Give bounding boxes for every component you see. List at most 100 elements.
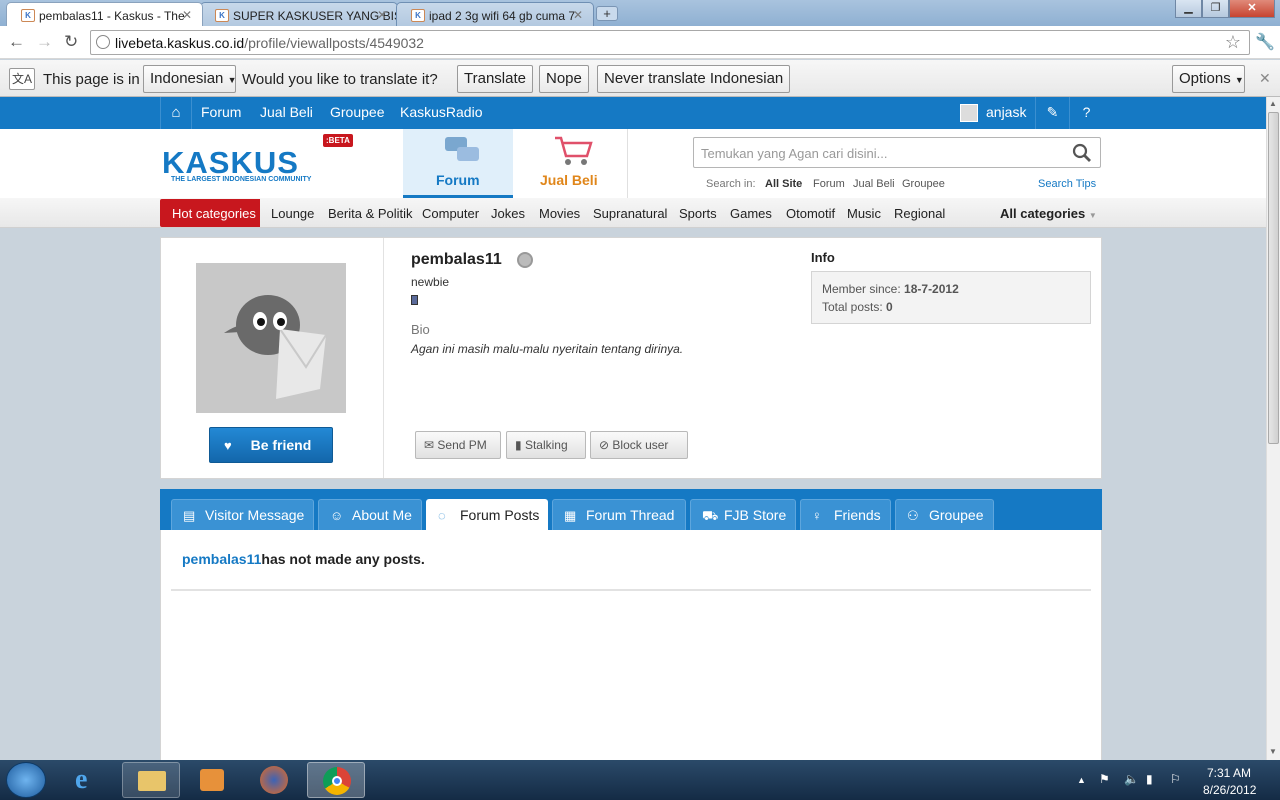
language-select[interactable]: Indonesian ▼ [143, 65, 237, 93]
tab-label: Groupee [929, 507, 984, 523]
close-window-button[interactable]: ✕ [1229, 0, 1275, 18]
chevron-down-icon: ▼ [1088, 211, 1097, 220]
category-item[interactable]: Supranatural [593, 206, 667, 221]
translate-prefix: This page is in [43, 71, 140, 88]
block-icon: ⊘ [599, 438, 610, 452]
new-tab-button[interactable]: + [596, 6, 618, 21]
scroll-down-icon[interactable]: ▼ [1269, 747, 1277, 756]
chrome-icon[interactable] [307, 762, 365, 798]
group-icon: ⚇ [907, 508, 919, 523]
tab-forum-thread[interactable]: ▦ Forum Thread [552, 499, 686, 530]
show-hidden-icons-icon[interactable]: ▲ [1077, 775, 1086, 785]
close-infobar-icon[interactable]: ✕ [1259, 70, 1271, 87]
category-item[interactable]: Sports [679, 206, 717, 221]
back-arrow-icon[interactable]: ← [8, 33, 25, 51]
tab-fjb-store[interactable]: ⛟ FJB Store [690, 499, 796, 530]
search-icon[interactable] [1072, 143, 1092, 163]
nav-groupee[interactable]: Groupee [330, 104, 384, 120]
username-link[interactable]: pembalas11 [182, 551, 261, 567]
minimize-button[interactable]: ▁ [1175, 0, 1202, 18]
no-posts-text: has not made any posts. [261, 551, 425, 567]
nav-kaskusradio[interactable]: KaskusRadio [400, 104, 483, 120]
category-item[interactable]: Music [847, 206, 881, 221]
browser-tab[interactable]: K ipad 2 3g wifi 64 gb cuma 7 ✕ [396, 2, 594, 26]
options-button[interactable]: Options ▼ [1172, 65, 1245, 93]
scroll-up-icon[interactable]: ▲ [1269, 99, 1277, 108]
block-user-button[interactable]: ⊘ Block user [590, 431, 688, 459]
tab-groupee[interactable]: ⚇ Groupee [895, 499, 994, 530]
category-item[interactable]: Regional [894, 206, 945, 221]
category-item[interactable]: Lounge [271, 206, 314, 221]
search-input[interactable]: Temukan yang Agan cari disini... [693, 137, 1101, 168]
total-posts-row: Total posts: 0 [822, 300, 893, 314]
category-item[interactable]: Computer [422, 206, 479, 221]
reload-icon[interactable]: ↻ [64, 33, 78, 51]
forum-section-tab[interactable]: Forum [403, 129, 513, 198]
never-translate-button[interactable]: Never translate Indonesian [597, 65, 791, 93]
network-icon[interactable]: ▮ [1146, 772, 1153, 786]
be-friend-button[interactable]: ♥ Be friend [209, 427, 333, 463]
browser-tab[interactable]: K SUPER KASKUSER YANG BIS ✕ [200, 2, 398, 26]
page-scrollbar[interactable]: ▲ ▼ [1266, 97, 1280, 760]
avatar[interactable] [960, 104, 978, 122]
help-icon[interactable]: ? [1069, 97, 1103, 129]
tab-friends[interactable]: ♀ Friends [800, 499, 891, 530]
nav-jual-beli[interactable]: Jual Beli [260, 104, 313, 120]
home-icon[interactable]: ⌂ [160, 97, 192, 129]
category-item[interactable]: Jokes [491, 206, 525, 221]
send-pm-button[interactable]: ✉ Send PM [415, 431, 501, 459]
tab-forum-posts[interactable]: ◌ Forum Posts [426, 499, 548, 530]
forward-arrow-icon[interactable]: → [36, 33, 53, 51]
wrench-icon[interactable]: 🔧 [1255, 32, 1275, 52]
flag-icon[interactable]: ⚐ [1170, 772, 1181, 786]
logo-tagline: THE LARGEST INDONESIAN COMMUNITY [171, 176, 312, 183]
scope-all-site[interactable]: All Site [765, 178, 802, 190]
envelope-icon: ✉ [424, 438, 435, 452]
stalking-button[interactable]: ▮ Stalking [506, 431, 586, 459]
maximize-button[interactable]: ❐ [1202, 0, 1229, 18]
tab-visitor-message[interactable]: ▤ Visitor Message [171, 499, 314, 530]
close-tab-icon[interactable]: ✕ [377, 8, 387, 22]
chevron-down-icon: ▼ [1234, 75, 1244, 85]
firefox-icon[interactable] [245, 762, 303, 798]
scope-forum[interactable]: Forum [813, 178, 845, 190]
all-categories-dropdown[interactable]: All categories ▼ [1000, 206, 1097, 221]
volume-icon[interactable]: 🔈 [1124, 772, 1139, 786]
nav-forum[interactable]: Forum [201, 104, 241, 120]
category-item[interactable]: Otomotif [786, 206, 835, 221]
start-button-icon[interactable] [6, 762, 46, 798]
pencil-icon[interactable]: ✎ [1035, 97, 1069, 129]
kaskus-logo[interactable]: KASKUS THE LARGEST INDONESIAN COMMUNITY … [162, 134, 353, 188]
address-bar[interactable]: livebeta.kaskus.co.id/profile/viewallpos… [90, 30, 1250, 55]
username-link[interactable]: anjask [986, 104, 1026, 120]
scope-jual-beli[interactable]: Jual Beli [853, 178, 895, 190]
default-avatar-icon [224, 295, 327, 399]
tab-about-me[interactable]: ☺ About Me [318, 499, 422, 530]
browser-tab[interactable]: K pembalas11 - Kaskus - The ✕ [6, 2, 203, 26]
translate-icon: 文A [9, 68, 35, 90]
scope-groupee[interactable]: Groupee [902, 178, 945, 190]
member-since-value: 18-7-2012 [904, 282, 959, 296]
nope-button[interactable]: Nope [539, 65, 589, 93]
search-tips-link[interactable]: Search Tips [1038, 178, 1096, 190]
internet-explorer-icon[interactable]: e [61, 762, 119, 798]
clock-time[interactable]: 7:31 AM [1207, 766, 1251, 780]
bookmark-star-icon[interactable]: ☆ [1225, 32, 1241, 53]
stalking-label: Stalking [524, 438, 568, 452]
category-item[interactable]: Games [730, 206, 772, 221]
browser-tab-title: pembalas11 - Kaskus - The [39, 9, 185, 23]
close-tab-icon[interactable]: ✕ [182, 8, 192, 22]
tab-label: Visitor Message [205, 507, 305, 523]
clock-date[interactable]: 8/26/2012 [1203, 783, 1256, 797]
reputation-bar-icon [411, 295, 418, 305]
category-item[interactable]: Movies [539, 206, 580, 221]
jualbeli-section-tab[interactable]: Jual Beli [513, 129, 628, 198]
chat-bubble-icon: ◌ [438, 508, 446, 523]
action-center-icon[interactable]: ⚑ [1099, 772, 1110, 786]
translate-button[interactable]: Translate [457, 65, 533, 93]
close-tab-icon[interactable]: ✕ [573, 8, 583, 22]
file-explorer-icon[interactable] [122, 762, 180, 798]
scrollbar-thumb[interactable] [1268, 112, 1279, 444]
category-item[interactable]: Berita & Politik [328, 206, 413, 221]
media-player-icon[interactable] [183, 762, 241, 798]
